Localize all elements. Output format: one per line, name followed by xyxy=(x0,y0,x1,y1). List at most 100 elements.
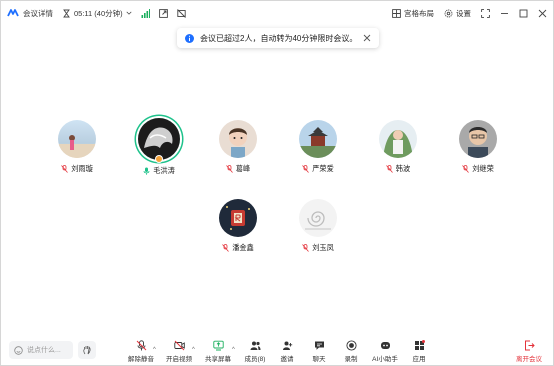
participant-tile[interactable]: 葛峰 xyxy=(203,120,273,174)
video-options-chevron-icon[interactable]: ^ xyxy=(192,347,195,353)
raise-hand-icon xyxy=(83,346,91,355)
minimize-button[interactable] xyxy=(500,9,509,18)
settings-button[interactable]: 设置 xyxy=(444,8,471,19)
chat-input[interactable]: 说点什么... xyxy=(9,341,73,359)
mic-muted-icon xyxy=(385,165,393,173)
mic-on-icon xyxy=(143,167,150,175)
apps-label: 应用 xyxy=(412,356,426,363)
raise-hand-button[interactable] xyxy=(78,341,96,359)
leave-meeting-button[interactable]: 离开会议 xyxy=(511,340,547,363)
no-video-icon xyxy=(176,8,186,18)
mic-muted-icon xyxy=(302,165,310,173)
layout-label: 宫格布局 xyxy=(404,8,434,18)
participant-name-row: 刘雨璇 xyxy=(42,164,112,174)
record-button[interactable]: 录制 xyxy=(333,340,369,363)
maximize-button[interactable] xyxy=(519,9,528,18)
apps-button[interactable]: 应用 xyxy=(401,340,437,363)
invite-label: 邀请 xyxy=(280,356,294,363)
share-screen-icon xyxy=(212,340,224,351)
participant-name: 刘雨璇 xyxy=(71,164,93,173)
fullscreen-icon xyxy=(481,8,490,18)
avatar xyxy=(58,120,96,158)
mic-muted-icon xyxy=(225,165,233,173)
avatar xyxy=(379,120,417,158)
speaking-badge-icon xyxy=(155,155,163,163)
members-label: 成员(8) xyxy=(244,356,266,363)
audio-options-chevron-icon[interactable]: ^ xyxy=(153,347,156,353)
participant-tile[interactable]: 刘继荣 xyxy=(443,120,513,174)
signal-bars-icon xyxy=(141,8,150,18)
participant-tile[interactable]: 毛洪涛 xyxy=(124,118,194,176)
time-limit-toast: 会议已超过2人，自动转为40分钟限时会议。 xyxy=(177,28,379,48)
participant-name: 毛洪涛 xyxy=(153,166,175,175)
avatar xyxy=(459,120,497,158)
participant-name-row: 刘继荣 xyxy=(443,164,513,174)
participant-name: 葛峰 xyxy=(235,164,251,173)
avatar xyxy=(138,118,180,160)
chevron-down-icon xyxy=(126,11,132,15)
participant-tile[interactable]: 潘金鑫 xyxy=(203,199,273,253)
chat-button[interactable]: 聊天 xyxy=(301,340,337,363)
ai-assistant-label: AI小助手 xyxy=(372,356,398,363)
participant-tile[interactable]: 刘玉凤 xyxy=(283,199,353,253)
participant-name-row: 潘金鑫 xyxy=(203,243,273,253)
hourglass-icon xyxy=(63,9,70,17)
close-window-button[interactable] xyxy=(538,9,547,18)
bottom-toolbar: 说点什么... 解除静音 ^ 开启视频 ^ 共享屏幕 ^ 成员(8) 邀请 聊天… xyxy=(1,333,553,365)
mic-muted-icon xyxy=(462,165,470,173)
meeting-window: 会议详情 05:11 (40分钟) 宫格布局 设置 会议已超过2人，自动转为40… xyxy=(0,0,554,366)
unmute-label: 解除静音 xyxy=(128,356,154,363)
start-video-label: 开启视频 xyxy=(166,356,192,363)
network-signal[interactable] xyxy=(141,8,150,18)
share-link-button[interactable] xyxy=(158,8,168,18)
participant-name: 刘继荣 xyxy=(472,164,494,173)
leave-label: 离开会议 xyxy=(516,356,542,363)
meeting-timer[interactable]: 05:11 (40分钟) xyxy=(62,8,132,19)
mic-muted-icon xyxy=(61,165,69,173)
share-screen-label: 共享屏幕 xyxy=(205,356,231,363)
chat-placeholder: 说点什么... xyxy=(27,347,61,354)
emoji-icon xyxy=(14,345,23,355)
members-icon xyxy=(250,341,260,350)
share-screen-button[interactable]: 共享屏幕 xyxy=(200,340,236,363)
gear-icon xyxy=(444,9,453,17)
avatar xyxy=(219,199,257,237)
share-options-chevron-icon[interactable]: ^ xyxy=(232,347,235,353)
participant-name-row: 刘玉凤 xyxy=(283,243,353,253)
invite-button[interactable]: 邀请 xyxy=(269,340,305,363)
participant-name-row: 葛峰 xyxy=(203,164,273,174)
fullscreen-button[interactable] xyxy=(481,8,490,18)
layout-button[interactable]: 宫格布局 xyxy=(392,8,434,19)
record-label: 录制 xyxy=(344,356,358,363)
mic-muted-icon xyxy=(222,244,230,252)
meeting-details-button[interactable]: 会议详情 xyxy=(23,8,53,19)
info-icon xyxy=(185,33,194,43)
avatar xyxy=(219,120,257,158)
grid-layout-icon xyxy=(392,8,401,18)
toast-close-icon[interactable] xyxy=(363,34,371,42)
meeting-details-label: 会议详情 xyxy=(23,8,53,18)
participant-tile[interactable]: 严荣爱 xyxy=(283,120,353,174)
avatar xyxy=(299,120,337,158)
toast-message: 会议已超过2人，自动转为40分钟限时会议。 xyxy=(200,33,358,43)
participant-name: 严荣爱 xyxy=(312,164,334,173)
ai-assistant-button[interactable]: AI小助手 xyxy=(367,340,403,363)
record-icon xyxy=(345,340,357,351)
hide-video-button[interactable] xyxy=(176,8,186,18)
minimize-icon xyxy=(501,12,508,14)
top-bar: 会议详情 05:11 (40分钟) 宫格布局 设置 xyxy=(1,1,553,25)
chat-icon xyxy=(314,341,324,350)
mic-muted-icon xyxy=(302,244,310,252)
members-button[interactable]: 成员(8) xyxy=(237,340,273,363)
participant-tile[interactable]: 韩波 xyxy=(363,120,433,174)
participant-name-row: 毛洪涛 xyxy=(124,166,194,176)
avatar xyxy=(299,199,337,237)
external-link-icon xyxy=(158,8,168,18)
participant-tile[interactable]: 刘雨璇 xyxy=(42,120,112,174)
settings-label: 设置 xyxy=(456,8,471,18)
participant-name: 韩波 xyxy=(395,164,411,173)
timer-text: 05:11 (40分钟) xyxy=(74,8,123,18)
app-logo-icon xyxy=(7,9,19,17)
close-icon xyxy=(538,9,547,17)
participant-name: 刘玉凤 xyxy=(312,243,334,252)
